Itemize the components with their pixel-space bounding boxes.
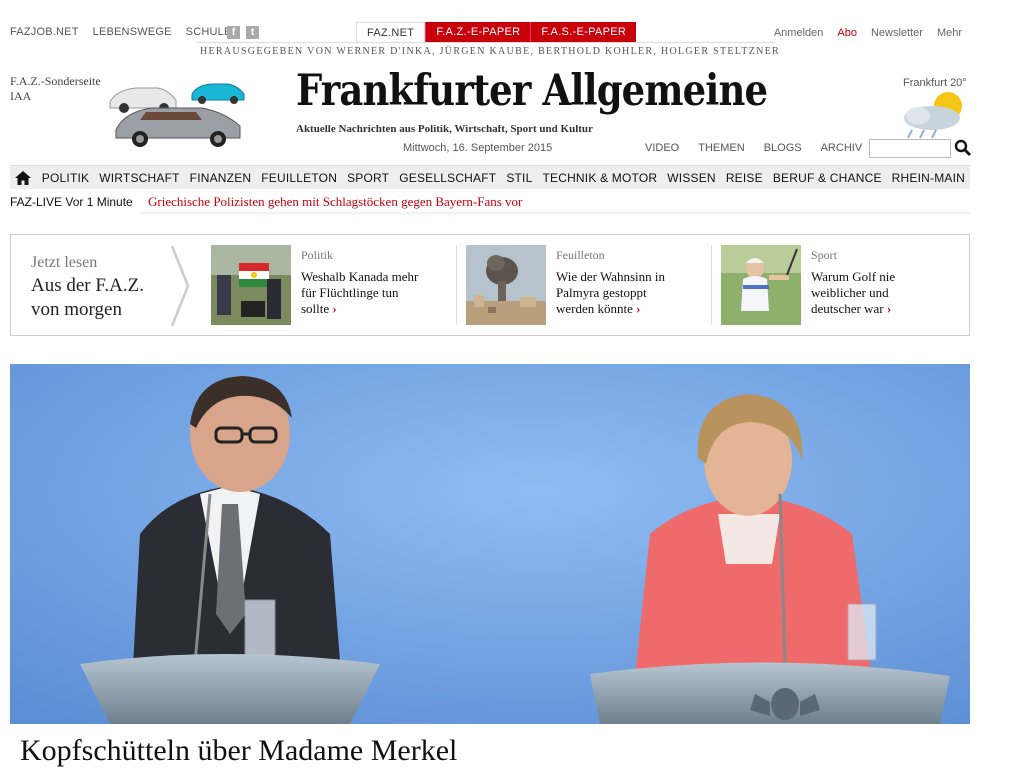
- social-icons: f t: [227, 26, 259, 39]
- arrow-right-icon: ›: [332, 301, 337, 316]
- nav-gesellschaft[interactable]: GESELLSCHAFT: [394, 171, 501, 185]
- divider: [196, 42, 776, 43]
- subnav-archiv[interactable]: ARCHIV: [821, 142, 863, 154]
- divider: [456, 245, 457, 325]
- facebook-icon[interactable]: f: [227, 26, 240, 39]
- divider-shadow: [140, 212, 970, 216]
- faz-morgen-title[interactable]: Aus der F.A.Z. von morgen: [31, 274, 144, 322]
- live-label[interactable]: FAZ-LIVE: [10, 195, 62, 209]
- nav-reise[interactable]: REISE: [721, 171, 768, 185]
- divider: [711, 245, 712, 325]
- link-fazjob[interactable]: FAZJOB.NET: [10, 26, 79, 38]
- nav-wissen[interactable]: WISSEN: [662, 171, 721, 185]
- sonderseite-topic: IAA: [10, 89, 32, 103]
- jetzt-lesen-label: Jetzt lesen: [31, 254, 98, 271]
- cars-ad-image[interactable]: [106, 76, 246, 152]
- chevron-right-icon: [170, 245, 190, 327]
- partly-cloudy-rain-icon[interactable]: [898, 88, 973, 140]
- search-input[interactable]: [869, 139, 951, 158]
- editors-line: HERAUSGEGEBEN VON WERNER D'INKA, JÜRGEN …: [200, 46, 780, 57]
- top-links: FAZJOB.NET LEBENSWEGE SCHULE: [10, 26, 231, 38]
- twitter-icon[interactable]: t: [246, 26, 259, 39]
- teaser-politik-title-line3: sollte: [301, 301, 330, 316]
- faz-morgen-title-line1: Aus der F.A.Z.: [31, 275, 144, 296]
- live-ticker: FAZ-LIVE Vor 1 Minute: [10, 195, 133, 209]
- teaser-feuilleton-title-line1: Wie der Wahnsinn in: [556, 269, 666, 284]
- search-icon[interactable]: [954, 139, 972, 157]
- account-links: Anmelden Abo Newsletter Mehr: [774, 27, 962, 39]
- subnav-video[interactable]: VIDEO: [645, 142, 679, 154]
- nav-feuilleton[interactable]: FEUILLETON: [256, 171, 342, 185]
- teaser-politik-image[interactable]: [211, 245, 291, 325]
- sub-navigation: VIDEO THEMEN BLOGS ARCHIV: [645, 142, 862, 154]
- nav-finanzen[interactable]: FINANZEN: [185, 171, 257, 185]
- edition-tabs: FAZ.NET F.A.Z.-E-PAPER F.A.S.-E-PAPER: [356, 22, 637, 43]
- nav-technik-motor[interactable]: TECHNIK & MOTOR: [537, 171, 662, 185]
- nav-beruf-chance[interactable]: BERUF & CHANCE: [768, 171, 887, 185]
- link-schule[interactable]: SCHULE: [186, 26, 232, 38]
- teaser-sport-category: Sport: [811, 248, 838, 262]
- teaser-sport-image[interactable]: [721, 245, 801, 325]
- current-date: Mittwoch, 16. September 2015: [403, 142, 553, 154]
- teaser-sport-title[interactable]: Warum Golf nie weiblicher und deutscher …: [811, 269, 895, 317]
- teaser-feuilleton-category: Feuilleton: [556, 248, 605, 262]
- site-logo[interactable]: Frankfurter Allgemeine: [296, 66, 768, 116]
- subnav-themen[interactable]: THEMEN: [698, 142, 744, 154]
- tagline: Aktuelle Nachrichten aus Politik, Wirtsc…: [296, 125, 593, 135]
- teaser-politik-title[interactable]: Weshalb Kanada mehr für Flüchtlinge tun …: [301, 269, 418, 317]
- abo-link[interactable]: Abo: [837, 27, 857, 39]
- live-headline[interactable]: Griechische Polizisten gehen mit Schlags…: [148, 194, 522, 210]
- nav-sport[interactable]: SPORT: [342, 171, 394, 185]
- nav-wirtschaft[interactable]: WIRTSCHAFT: [94, 171, 184, 185]
- newsletter-link[interactable]: Newsletter: [871, 27, 923, 39]
- arrow-right-icon: ›: [636, 301, 641, 316]
- subnav-blogs[interactable]: BLOGS: [764, 142, 802, 154]
- faz-morgen-title-line2: von morgen: [31, 299, 122, 320]
- teaser-feuilleton-title-line3: werden könnte: [556, 301, 633, 316]
- nav-rhein-main[interactable]: RHEIN-MAIN: [887, 171, 970, 185]
- nav-politik[interactable]: POLITIK: [37, 171, 94, 185]
- teaser-feuilleton-title-line2: Palmyra gestoppt: [556, 285, 647, 300]
- tab-faz-epaper[interactable]: F.A.Z.-E-PAPER: [425, 22, 531, 43]
- car-cyan: [191, 83, 245, 104]
- home-icon: [15, 170, 32, 185]
- teaser-feuilleton-image[interactable]: [466, 245, 546, 325]
- tab-fas-epaper[interactable]: F.A.S.-E-PAPER: [530, 22, 637, 43]
- teaser-politik-category: Politik: [301, 248, 334, 262]
- teaser-feuilleton-title[interactable]: Wie der Wahnsinn in Palmyra gestoppt wer…: [556, 269, 665, 317]
- live-time: Vor 1 Minute: [65, 195, 133, 209]
- hero-photo: [10, 364, 970, 724]
- teaser-sport-title-line2: weiblicher und: [811, 285, 889, 300]
- nav-stil[interactable]: STIL: [501, 171, 537, 185]
- teaser-politik-title-line2: für Flüchtlinge tun: [301, 285, 399, 300]
- more-link[interactable]: Mehr: [937, 27, 962, 39]
- sonderseite-label: F.A.Z.-Sonderseite: [10, 74, 101, 88]
- main-navigation: POLITIK WIRTSCHAFT FINANZEN FEUILLETON S…: [10, 165, 970, 189]
- link-lebenswege[interactable]: LEBENSWEGE: [93, 26, 172, 38]
- tab-faznet[interactable]: FAZ.NET: [356, 22, 426, 43]
- teaser-sport-title-line3: deutscher war: [811, 301, 884, 316]
- teaser-sport-title-line1: Warum Golf nie: [811, 269, 896, 284]
- car-silver: [115, 107, 241, 147]
- arrow-right-icon: ›: [886, 301, 892, 316]
- sonderseite-link[interactable]: F.A.Z.-Sonderseite IAA: [10, 74, 101, 104]
- hero-image[interactable]: [10, 364, 970, 724]
- home-button[interactable]: [10, 166, 37, 190]
- teaser-politik-title-line1: Weshalb Kanada mehr: [301, 269, 419, 284]
- hero-headline[interactable]: Kopfschütteln über Madame Merkel: [20, 734, 457, 768]
- login-link[interactable]: Anmelden: [774, 27, 824, 39]
